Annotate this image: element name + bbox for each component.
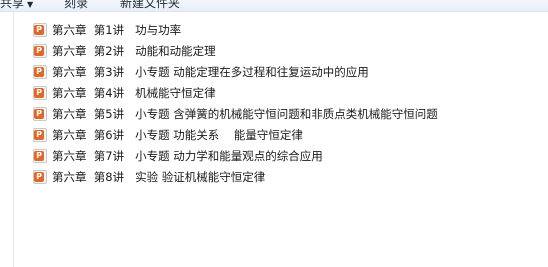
- burn-button[interactable]: 刻录: [64, 0, 88, 11]
- file-name[interactable]: 第六章 第4讲 机械能守恒定律: [52, 85, 216, 101]
- file-row[interactable]: P 第六章 第1讲 功与功率: [30, 21, 510, 42]
- powerpoint-file-icon: P: [33, 44, 47, 58]
- powerpoint-badge-icon: P: [34, 67, 44, 77]
- powerpoint-badge-icon: P: [34, 25, 44, 35]
- file-name[interactable]: 第六章 第3讲 小专题 动能定理在多过程和往复运动中的应用: [52, 64, 369, 80]
- file-name[interactable]: 第六章 第5讲 小专题 含弹簧的机械能守恒问题和非质点类机械能守恒问题: [52, 106, 438, 122]
- powerpoint-badge-icon: P: [34, 151, 44, 161]
- file-row[interactable]: P 第六章 第7讲 小专题 动力学和能量观点的综合应用: [30, 147, 510, 168]
- command-toolbar: 共享 ▼ 刻录 新建文件夹: [0, 0, 548, 12]
- powerpoint-file-icon: P: [33, 86, 47, 100]
- navigation-pane[interactable]: [0, 12, 14, 267]
- share-menu-button[interactable]: 共享 ▼: [0, 0, 33, 11]
- powerpoint-file-icon: P: [33, 65, 47, 79]
- powerpoint-file-icon: P: [33, 128, 47, 142]
- powerpoint-badge-icon: P: [34, 88, 44, 98]
- new-folder-button[interactable]: 新建文件夹: [120, 0, 180, 11]
- powerpoint-badge-icon: P: [34, 172, 44, 182]
- share-label: 共享: [0, 0, 25, 10]
- file-row[interactable]: P 第六章 第8讲 实验 验证机械能守恒定律: [30, 168, 510, 189]
- file-list: P 第六章 第1讲 功与功率 P 第六章 第2讲 动能和动能定理 P 第六章 第…: [30, 21, 510, 189]
- powerpoint-file-icon: P: [33, 23, 47, 37]
- file-name[interactable]: 第六章 第8讲 实验 验证机械能守恒定律: [52, 169, 265, 185]
- file-row[interactable]: P 第六章 第6讲 小专题 功能关系 能量守恒定律: [30, 126, 510, 147]
- file-row[interactable]: P 第六章 第4讲 机械能守恒定律: [30, 84, 510, 105]
- file-name[interactable]: 第六章 第1讲 功与功率: [52, 22, 181, 38]
- dropdown-arrow-icon: ▼: [27, 0, 34, 9]
- file-name[interactable]: 第六章 第7讲 小专题 动力学和能量观点的综合应用: [52, 148, 323, 164]
- powerpoint-badge-icon: P: [34, 46, 44, 56]
- file-row[interactable]: P 第六章 第3讲 小专题 动能定理在多过程和往复运动中的应用: [30, 63, 510, 84]
- powerpoint-file-icon: P: [33, 149, 47, 163]
- powerpoint-badge-icon: P: [34, 109, 44, 119]
- file-name[interactable]: 第六章 第6讲 小专题 功能关系 能量守恒定律: [52, 127, 303, 143]
- powerpoint-badge-icon: P: [34, 130, 44, 140]
- powerpoint-file-icon: P: [33, 170, 47, 184]
- file-row[interactable]: P 第六章 第2讲 动能和动能定理: [30, 42, 510, 63]
- powerpoint-file-icon: P: [33, 107, 47, 121]
- file-name[interactable]: 第六章 第2讲 动能和动能定理: [52, 43, 216, 59]
- file-row[interactable]: P 第六章 第5讲 小专题 含弹簧的机械能守恒问题和非质点类机械能守恒问题: [30, 105, 510, 126]
